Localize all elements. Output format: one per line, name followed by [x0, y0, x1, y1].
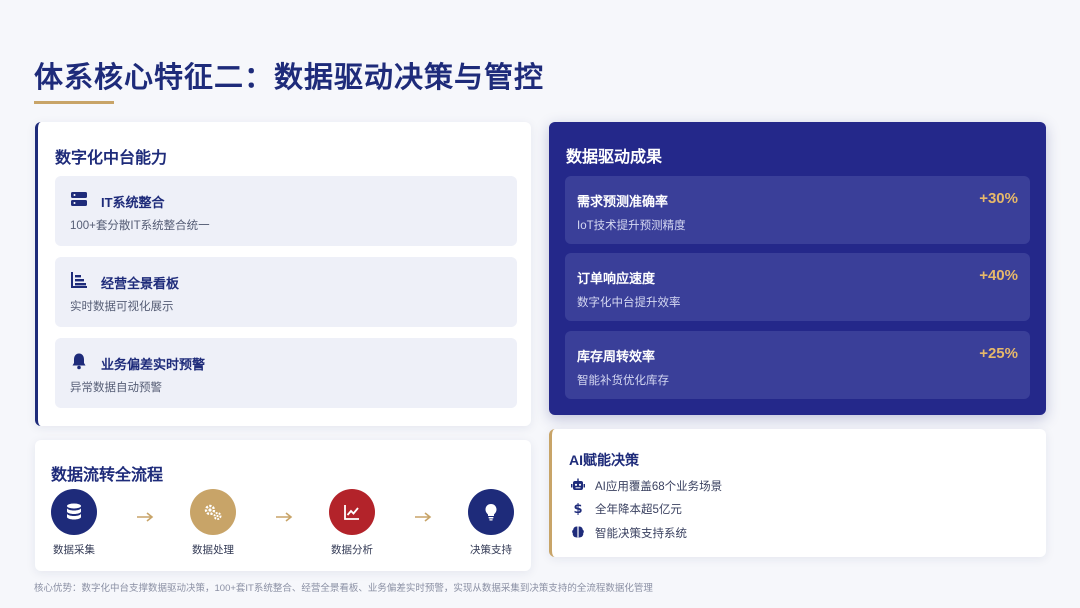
flow-step-label: 数据采集 — [53, 544, 95, 556]
page-title: 体系核心特征二：数据驱动决策与管控 — [34, 62, 545, 94]
dollar-icon: $ — [573, 502, 582, 515]
data-flow-card: 数据流转全流程 数据采集 数据处理 数据分析 决策支持 — [35, 440, 531, 571]
capability-item-it-integration: IT系统整合 100+套分散IT系统整合统一 — [55, 176, 517, 246]
arrow-right-icon — [137, 512, 154, 522]
result-item-value: +30% — [979, 190, 1018, 207]
brain-icon — [572, 526, 584, 538]
results-card: 数据驱动成果 需求预测准确率 IoT技术提升预测精度 +30% 订单响应速度 数… — [549, 122, 1046, 415]
capability-item-title: 业务偏差实时预警 — [101, 357, 206, 372]
capability-heading: 数字化中台能力 — [55, 150, 168, 167]
flow-step-decide: 决策支持 — [456, 489, 526, 557]
result-item-forecast: 需求预测准确率 IoT技术提升预测精度 +30% — [565, 176, 1030, 244]
results-heading: 数据驱动成果 — [566, 149, 663, 166]
bell-icon — [72, 353, 86, 370]
svg-text:$: $ — [573, 502, 582, 515]
robot-icon — [571, 478, 585, 490]
ai-item-text: AI应用覆盖68个业务场景 — [595, 481, 723, 493]
ai-item-text: 智能决策支持系统 — [595, 528, 687, 540]
result-item-value: +25% — [979, 345, 1018, 362]
arrow-right-icon — [415, 512, 432, 522]
bar-chart-icon — [71, 272, 87, 288]
capability-item-dashboard: 经营全景看板 实时数据可视化展示 — [55, 257, 517, 327]
capability-item-alert: 业务偏差实时预警 异常数据自动预警 — [55, 338, 517, 408]
result-item-title: 需求预测准确率 — [577, 194, 669, 209]
result-item-inventory: 库存周转效率 智能补货优化库存 +25% — [565, 331, 1030, 399]
capability-item-title: IT系统整合 — [101, 195, 165, 210]
cogs-icon — [190, 489, 236, 535]
flow-step-process: 数据处理 — [178, 489, 248, 557]
capability-item-desc: 100+套分散IT系统整合统一 — [70, 220, 210, 232]
flow-step-label: 决策支持 — [470, 544, 512, 556]
server-icon — [71, 192, 87, 206]
capability-card: 数字化中台能力 IT系统整合 100+套分散IT系统整合统一 经营全景看板 实时… — [35, 122, 531, 426]
ai-item-text: 全年降本超5亿元 — [595, 504, 682, 516]
footnote: 核心优势：数字化中台支撑数据驱动决策，100+套IT系统整合、经营全景看板、业务… — [34, 583, 653, 594]
result-item-value: +40% — [979, 267, 1018, 284]
result-item-desc: 智能补货优化库存 — [577, 375, 669, 387]
arrow-right-icon — [276, 512, 293, 522]
result-item-order: 订单响应速度 数字化中台提升效率 +40% — [565, 253, 1030, 321]
flow-step-label: 数据分析 — [331, 544, 373, 556]
line-chart-icon — [329, 489, 375, 535]
flow-step-label: 数据处理 — [192, 544, 234, 556]
capability-item-title: 经营全景看板 — [101, 276, 180, 291]
result-item-title: 库存周转效率 — [577, 349, 656, 364]
ai-heading: AI赋能决策 — [569, 452, 639, 468]
title-underline — [34, 101, 114, 104]
flow-step-collect: 数据采集 — [39, 489, 109, 557]
flow-step-analyze: 数据分析 — [317, 489, 387, 557]
ai-decision-card: AI赋能决策 AI应用覆盖68个业务场景 $ 全年降本超5亿元 智能决策支持系统 — [549, 429, 1046, 557]
result-item-title: 订单响应速度 — [577, 271, 656, 286]
result-item-desc: 数字化中台提升效率 — [577, 297, 681, 309]
data-flow-heading: 数据流转全流程 — [51, 467, 164, 484]
result-item-desc: IoT技术提升预测精度 — [577, 220, 686, 232]
database-icon — [51, 489, 97, 535]
lightbulb-icon — [468, 489, 514, 535]
capability-item-desc: 实时数据可视化展示 — [70, 301, 174, 313]
capability-item-desc: 异常数据自动预警 — [70, 382, 162, 394]
